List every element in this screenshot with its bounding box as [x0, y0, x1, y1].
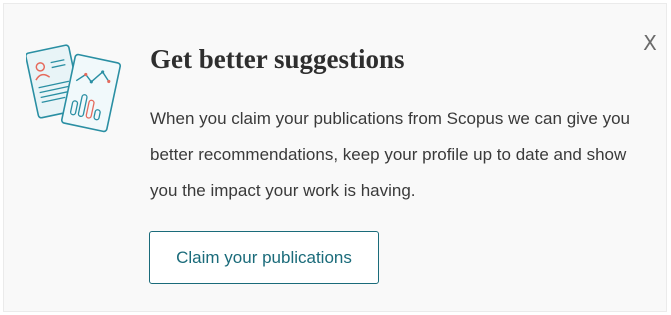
- card-description: When you claim your publications from Sc…: [150, 109, 631, 200]
- close-button[interactable]: X: [636, 29, 664, 57]
- documents-illustration-icon: [25, 38, 126, 138]
- claim-publications-button[interactable]: Claim your publications: [149, 231, 379, 284]
- card-title: Get better suggestions: [150, 44, 405, 74]
- suggestion-card: X Get better suggestions When you claim …: [3, 3, 667, 312]
- close-icon: X: [643, 31, 657, 55]
